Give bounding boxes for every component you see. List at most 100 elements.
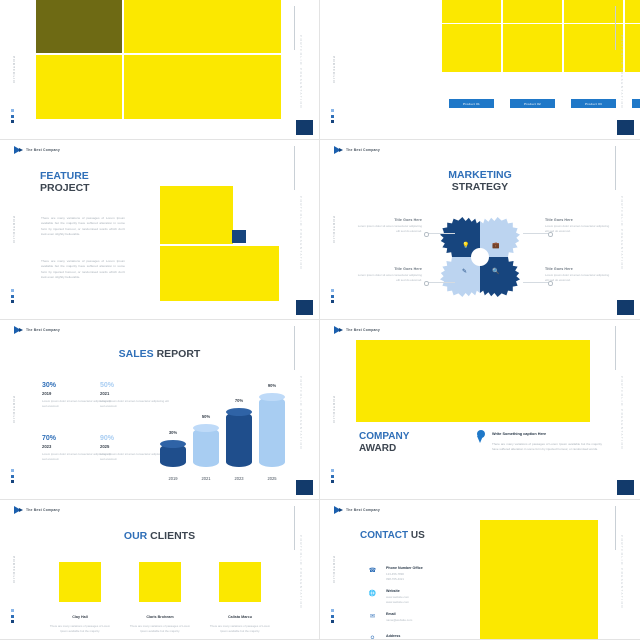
client-card[interactable]: Clay Hall There are many variations of p…: [40, 562, 120, 633]
portfolio-image-bottom-left: [36, 55, 122, 119]
product-button[interactable]: Product 01: [449, 99, 494, 108]
corner-block: [296, 480, 313, 495]
slide-dots[interactable]: [11, 289, 14, 303]
phone-icon: ☎: [368, 568, 377, 574]
contact-item-phone[interactable]: ☎ Phone Number Office 123-456-7890 098-7…: [368, 566, 478, 583]
contact-item-value: 098-765-4321: [386, 577, 405, 582]
corner-block: [617, 480, 634, 495]
play-arrow-icon: [14, 506, 23, 514]
feature-image-bottom: [160, 246, 279, 301]
slide-product-portfolio[interactable]: PRODUCT PORTFOLIO PORTFOLIO PORTFOLIO PR…: [0, 0, 320, 140]
play-arrow-icon: [14, 146, 23, 154]
award-caption-text: There are many variations of passages of…: [492, 442, 602, 451]
sales-bar-category: 2025: [267, 476, 277, 481]
client-photo: [219, 562, 261, 602]
slide-feature-project[interactable]: The Best Company FEATURE PROJECT There a…: [0, 140, 320, 320]
strategy-caption: Title Goes Here Lorem ipsum dolor sit am…: [545, 218, 611, 233]
award-image: [356, 340, 590, 422]
logo: The Best Company: [334, 326, 380, 334]
location-icon: ⚲: [370, 636, 375, 640]
contact-item-label: Website: [386, 589, 400, 593]
company-name: The Best Company: [26, 508, 60, 512]
contact-item-website[interactable]: 🌐 Website www.website.com www.website.co…: [368, 589, 478, 606]
product-button[interactable]: Product 04: [632, 99, 640, 108]
contact-item-label: Email: [386, 612, 396, 616]
contact-title-a: CONTACT: [360, 530, 409, 541]
sidebar-right-label: PORTFOLIO PRESENTATION: [299, 35, 303, 110]
slide-company-award[interactable]: The Best Company COMPANY AWARD Write Som…: [320, 320, 640, 500]
sales-bar-value: 70%: [234, 398, 244, 403]
slide-dots[interactable]: [11, 609, 14, 623]
strategy-caption-text: Lorem ipsum dolor sit amet consectetur a…: [357, 273, 422, 282]
client-name: Clay Hall: [72, 615, 88, 619]
product-card[interactable]: [442, 0, 501, 72]
client-photo: [139, 562, 181, 602]
sales-bar: 30% 2019: [160, 430, 186, 481]
sidebar-right-label: PORTFOLIO PRESENTATION: [299, 196, 303, 271]
product-card[interactable]: [625, 0, 640, 72]
client-card[interactable]: Calista Marcu There are many variations …: [200, 562, 280, 633]
slide-dots[interactable]: [11, 469, 14, 483]
client-text: There are many variations of passages of…: [209, 624, 271, 633]
contact-item-email[interactable]: ✉ Email name@website.com: [368, 612, 478, 623]
sidebar-left-label: PORTFOLIO: [12, 215, 16, 244]
feature-title-a: FEATURE: [40, 170, 89, 182]
contact-item-value: www.website.com: [386, 600, 409, 605]
sidebar-right-label: PORTFOLIO PRESENTATION: [620, 35, 624, 110]
corner-block: [617, 120, 634, 135]
strategy-caption-title: Title Goes Here: [394, 218, 422, 222]
sales-bar: 50% 2021: [193, 414, 219, 481]
company-name: The Best Company: [346, 508, 380, 512]
logo: The Best Company: [334, 146, 380, 154]
portfolio-image-bottom-right: [124, 55, 281, 119]
portfolio-image-top-right: [124, 0, 281, 53]
slide-dots[interactable]: [331, 609, 334, 623]
product-button[interactable]: Product 02: [510, 99, 555, 108]
product-card[interactable]: [503, 0, 562, 72]
sidebar-right-label: PORTFOLIO PRESENTATION: [620, 196, 624, 271]
strategy-caption-text: Lorem ipsum dolor sit amet consectetur a…: [545, 273, 610, 282]
slide-dots[interactable]: [331, 289, 334, 303]
portfolio-olive-panel: [36, 0, 122, 53]
feature-accent-square: [232, 230, 246, 243]
award-medal-icon: [475, 430, 487, 444]
sales-bar: 70% 2023: [226, 398, 252, 481]
client-photo: [59, 562, 101, 602]
award-title: COMPANY AWARD: [359, 431, 409, 455]
client-name: Claris Broheam: [146, 615, 174, 619]
marketing-title: MARKETING STRATEGY: [448, 169, 512, 193]
sales-bar-value: 50%: [201, 414, 211, 419]
connector-dot: [424, 281, 429, 286]
slide-our-clients[interactable]: The Best Company OUR CLIENTS Clay Hall T…: [0, 500, 320, 640]
feature-paragraph-2: There are many variations of passages of…: [41, 259, 125, 280]
slide-dots[interactable]: [11, 109, 14, 123]
search-icon: 🔍: [492, 269, 500, 275]
connector-dot: [424, 232, 429, 237]
strategy-caption: Title Goes Here Lorem ipsum dolor sit am…: [356, 267, 422, 282]
logo: The Best Company: [14, 146, 60, 154]
sidebar-left-label: PORTFOLIO: [12, 395, 16, 424]
slide-dots[interactable]: [331, 109, 334, 123]
strategy-caption-title: Title Goes Here: [394, 267, 422, 271]
client-text: There are many variations of passages of…: [129, 624, 191, 633]
slide-dots[interactable]: [331, 469, 334, 483]
slide-contact-us[interactable]: The Best Company CONTACT US ☎ Phone Numb…: [320, 500, 640, 640]
contact-item-value: 123-456-7890: [386, 572, 405, 576]
corner-block: [617, 300, 634, 315]
sidebar-right-label: PORTFOLIO PRESENTATION: [620, 535, 624, 610]
sidebar-left-label: PORTFOLIO: [12, 555, 16, 584]
slide-marketing-strategy[interactable]: The Best Company MARKETING STRATEGY 💡 💼 …: [320, 140, 640, 320]
award-caption-title: Write Something caption Here: [492, 432, 547, 436]
contact-item-address[interactable]: ⚲ Address 123 Street Name, City: [368, 634, 478, 640]
pencil-icon: ✎: [462, 269, 468, 275]
strategy-diagram: 💡 💼 ✎ 🔍: [440, 217, 520, 297]
logo: The Best Company: [14, 506, 60, 514]
sidebar-left-label: PORTFOLIO: [332, 55, 336, 84]
briefcase-icon: 💼: [492, 243, 500, 249]
product-button[interactable]: Product 03: [571, 99, 616, 108]
play-arrow-icon: [14, 326, 23, 334]
slide-product-cards[interactable]: Product 01 Product 02 Product 03 Product…: [320, 0, 640, 140]
slide-sales-report[interactable]: The Best Company SALES REPORT 30% 2019 L…: [0, 320, 320, 500]
right-rule: [615, 6, 616, 50]
client-card[interactable]: Claris Broheam There are many variations…: [120, 562, 200, 633]
